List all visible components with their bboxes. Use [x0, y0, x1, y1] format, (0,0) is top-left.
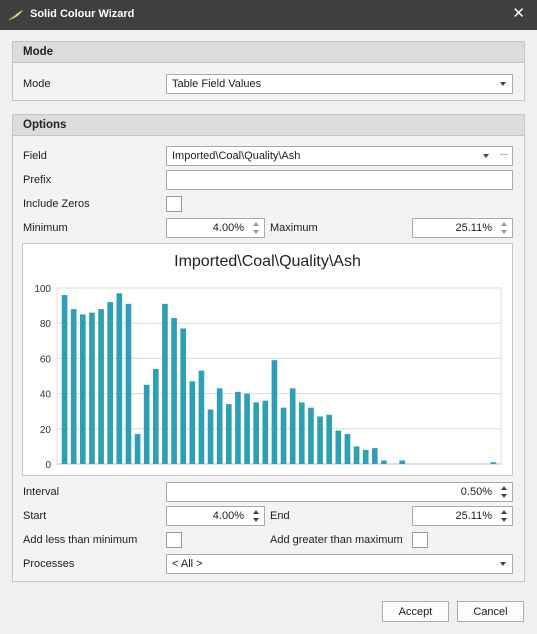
y-tick-label: 100 — [34, 284, 51, 295]
maximum-label: Maximum — [270, 222, 318, 234]
chart-bar — [244, 393, 250, 464]
chart-bar — [143, 384, 150, 464]
chart-bar — [134, 434, 141, 464]
minimum-label: Minimum — [23, 222, 68, 234]
chevron-down-icon — [500, 82, 506, 86]
histogram-svg: Imported\Coal\Quality\Ash 0 20 40 60 80 100 — [34, 253, 502, 471]
chart-bar — [171, 317, 177, 464]
chart-bar — [308, 407, 314, 464]
chart-bar — [125, 303, 132, 464]
spin-arrows-icon[interactable] — [500, 509, 509, 523]
chevron-down-icon — [500, 562, 506, 566]
start-value: 4.00% — [212, 510, 244, 522]
chart-bar — [207, 409, 214, 464]
y-tick-label: 60 — [40, 354, 52, 365]
spin-arrows-icon[interactable] — [500, 485, 509, 499]
chart-bar — [61, 295, 68, 464]
chart-bar — [216, 388, 223, 464]
interval-label: Interval — [23, 486, 60, 498]
chart-bar — [344, 434, 351, 464]
chart-bar — [289, 388, 296, 464]
add-greater-checkbox[interactable] — [412, 532, 428, 548]
interval-spinner[interactable]: 0.50% — [166, 482, 513, 502]
y-tick-label: 20 — [40, 425, 52, 436]
chart-bar — [353, 446, 360, 464]
field-value: Imported\Coal\Quality\Ash — [172, 150, 301, 162]
chart-bar — [271, 360, 278, 464]
chart-bar — [79, 314, 86, 464]
chart-bar — [152, 368, 159, 464]
spin-arrows-icon[interactable] — [500, 221, 509, 235]
prefix-label: Prefix — [23, 174, 52, 186]
chart-bar — [399, 460, 406, 464]
mode-dropdown[interactable]: Table Field Values — [166, 74, 513, 94]
add-less-label: Add less than minimum — [23, 534, 138, 546]
include-zeros-checkbox[interactable] — [166, 196, 182, 212]
mode-value: Table Field Values — [172, 78, 262, 90]
chart-bar — [317, 416, 323, 464]
mode-group-header: Mode — [13, 42, 524, 63]
end-label: End — [270, 510, 290, 522]
chart-bar — [189, 381, 196, 464]
chart-bar — [490, 462, 497, 464]
chart-bar — [89, 312, 95, 464]
chart-bar — [198, 370, 205, 464]
chart-bar — [225, 404, 232, 464]
window-title: Solid Colour Wizard — [30, 8, 135, 20]
y-tick-label: 0 — [45, 460, 51, 471]
chart-bar — [371, 448, 378, 464]
maximum-value: 25.11% — [455, 222, 493, 234]
ellipsis-icon[interactable]: ··· — [500, 149, 508, 160]
histogram-chart: Imported\Coal\Quality\Ash 0 20 40 60 80 100 — [22, 243, 513, 476]
processes-label: Processes — [23, 558, 75, 570]
y-tick-label: 80 — [40, 319, 52, 330]
accept-button[interactable]: Accept — [382, 601, 449, 622]
chart-bar — [98, 309, 104, 464]
add-less-checkbox[interactable] — [166, 532, 182, 548]
minimum-value: 4.00% — [212, 222, 244, 234]
plot-frame — [56, 287, 502, 465]
prefix-input[interactable] — [166, 170, 513, 190]
chart-bar — [335, 430, 342, 464]
close-icon[interactable]: ✕ — [512, 6, 525, 21]
chart-bar — [107, 302, 114, 464]
processes-dropdown[interactable]: < All > — [166, 554, 513, 574]
spin-arrows-icon[interactable] — [252, 221, 261, 235]
options-group-header: Options — [13, 115, 524, 136]
start-label: Start — [23, 510, 47, 522]
chart-bar — [298, 402, 305, 464]
processes-value: < All > — [172, 558, 203, 570]
chart-title: Imported\Coal\Quality\Ash — [174, 253, 361, 270]
field-label: Field — [23, 150, 47, 162]
include-zeros-label: Include Zeros — [23, 198, 90, 210]
chart-bar — [362, 449, 369, 464]
chart-bar — [262, 400, 269, 464]
chart-bar — [326, 414, 333, 464]
chart-bar — [180, 328, 187, 464]
field-dropdown[interactable]: Imported\Coal\Quality\Ash ··· — [166, 146, 513, 166]
chart-bar — [253, 402, 260, 464]
chart-bar — [280, 407, 287, 464]
end-value: 25.11% — [455, 510, 493, 522]
feather-icon — [8, 10, 23, 21]
interval-value: 0.50% — [460, 486, 492, 498]
start-spinner[interactable]: 4.00% — [166, 506, 265, 526]
y-tick-label: 40 — [40, 390, 52, 401]
maximum-spinner[interactable]: 25.11% — [412, 218, 513, 238]
chevron-down-icon[interactable] — [483, 154, 489, 158]
chart-bar — [235, 391, 241, 464]
add-greater-label: Add greater than maximum — [270, 534, 403, 546]
minimum-spinner[interactable]: 4.00% — [166, 218, 265, 238]
title-bar: Solid Colour Wizard ✕ — [0, 0, 537, 30]
spin-arrows-icon[interactable] — [252, 509, 261, 523]
chart-bar — [116, 293, 123, 464]
mode-label: Mode — [23, 78, 51, 90]
chart-bar — [162, 303, 168, 464]
cancel-button[interactable]: Cancel — [457, 601, 524, 622]
chart-bar — [70, 309, 77, 464]
end-spinner[interactable]: 25.11% — [412, 506, 513, 526]
chart-bar — [381, 460, 387, 464]
